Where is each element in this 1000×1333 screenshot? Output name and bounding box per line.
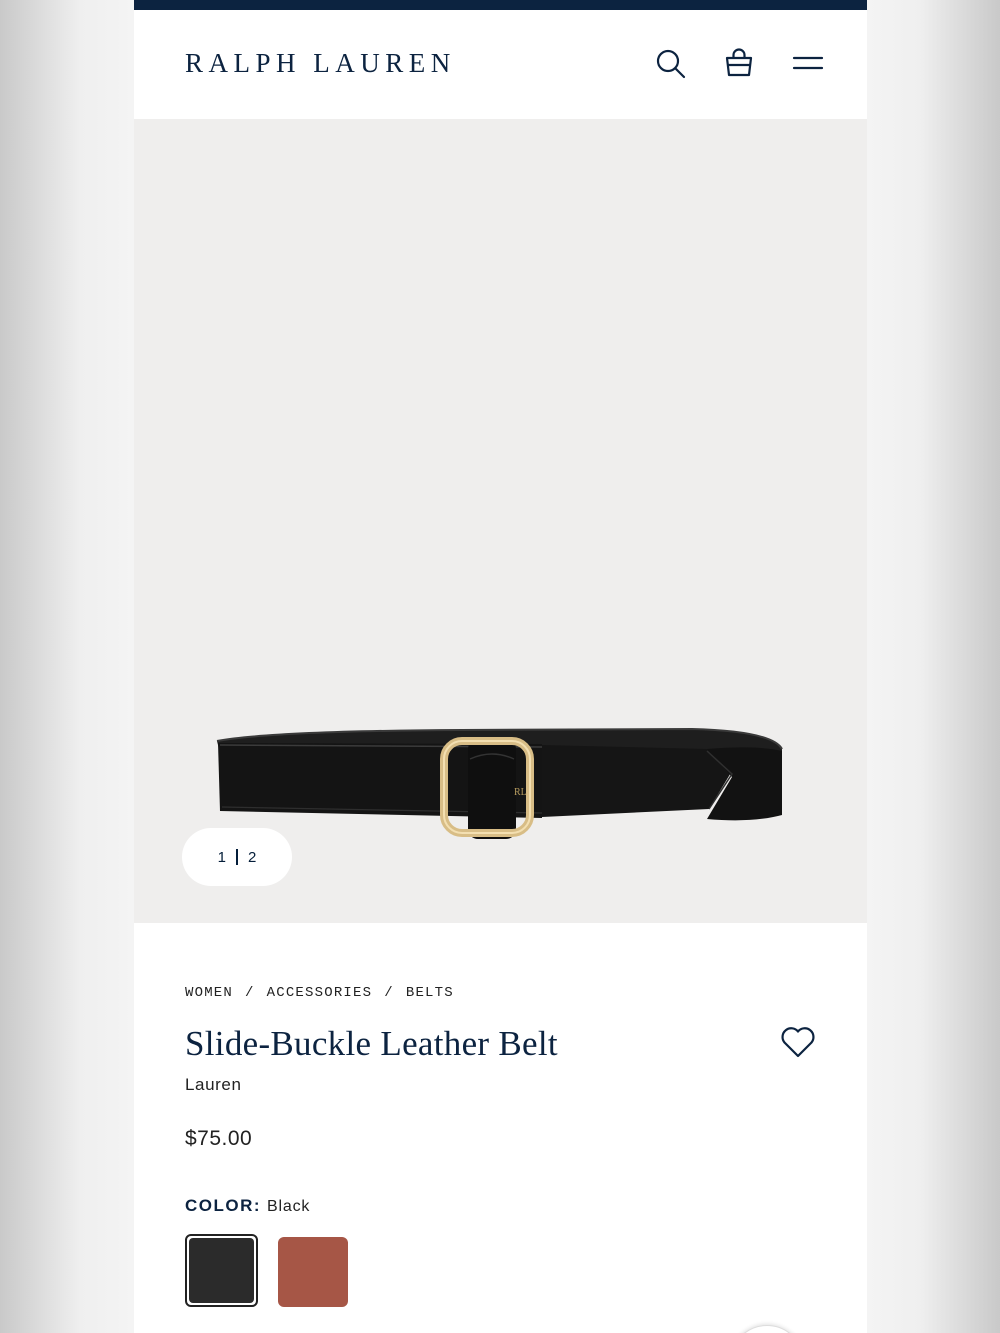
- svg-text:RL: RL: [514, 787, 527, 798]
- color-value: Black: [267, 1198, 311, 1215]
- image-counter[interactable]: 1 2: [182, 828, 292, 886]
- breadcrumb-women[interactable]: WOMEN: [185, 985, 233, 1001]
- product-image-gallery[interactable]: RL 1 2: [134, 119, 867, 923]
- product-brand: Lauren: [185, 1075, 242, 1094]
- counter-divider: [236, 849, 238, 865]
- menu-icon[interactable]: [791, 46, 825, 80]
- product-image: RL: [212, 719, 792, 844]
- color-swatch-black[interactable]: [185, 1234, 258, 1307]
- color-selector-label: COLOR: Black: [185, 1196, 310, 1216]
- breadcrumb-belts[interactable]: BELTS: [406, 985, 454, 1001]
- product-price: $75.00: [185, 1127, 253, 1150]
- heart-icon[interactable]: [778, 1022, 818, 1062]
- floating-button[interactable]: [730, 1325, 804, 1333]
- site-header: RALPH LAUREN: [134, 10, 867, 119]
- breadcrumb-separator: /: [384, 985, 394, 1001]
- image-counter-total: 2: [248, 848, 257, 866]
- search-icon[interactable]: [653, 46, 687, 80]
- breadcrumb-accessories[interactable]: ACCESSORIES: [267, 985, 373, 1001]
- color-label: COLOR:: [185, 1196, 262, 1215]
- breadcrumb-separator: /: [245, 985, 255, 1001]
- image-counter-current: 1: [217, 848, 226, 866]
- brand-logo[interactable]: RALPH LAUREN: [185, 48, 456, 78]
- product-page: RALPH LAUREN RL 1 2 WOMEN / ACCESSORIES …: [134, 0, 867, 1333]
- top-bar: [134, 0, 867, 10]
- swatch-fill: [189, 1238, 254, 1303]
- breadcrumb: WOMEN / ACCESSORIES / BELTS: [185, 985, 454, 1001]
- color-swatch-brown[interactable]: [278, 1237, 348, 1307]
- shopping-bag-icon[interactable]: [722, 46, 756, 80]
- product-title: Slide-Buckle Leather Belt: [185, 1024, 558, 1063]
